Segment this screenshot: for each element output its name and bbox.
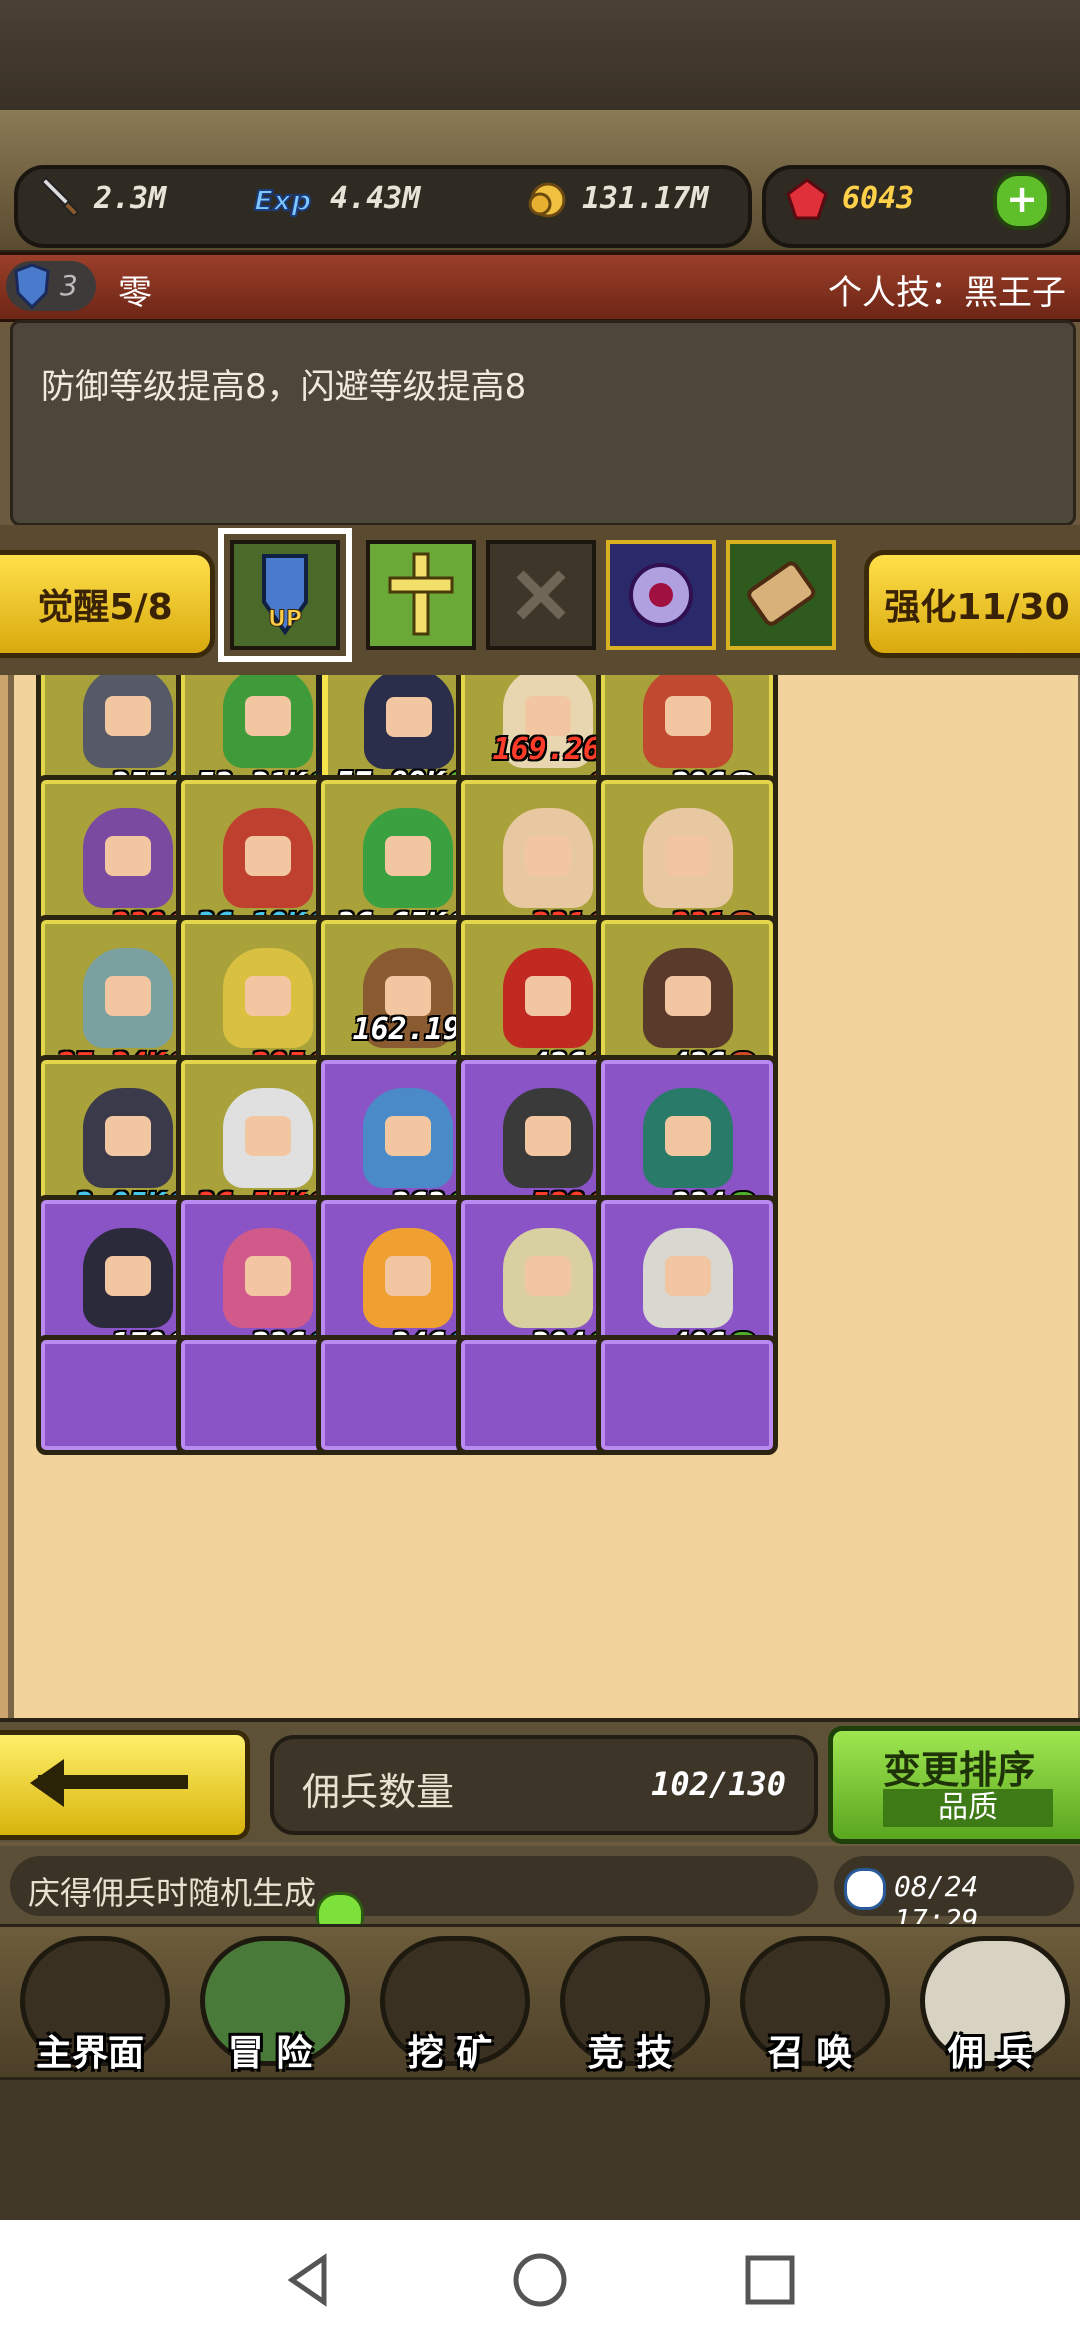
mercenary-portrait [223, 1088, 313, 1188]
mercenary-portrait [503, 808, 593, 908]
mercenary-portrait [643, 1228, 733, 1328]
sort-mode: 品质 [883, 1789, 1053, 1827]
mercenary-portrait [503, 1088, 593, 1188]
gem-value: 6043 [842, 181, 915, 216]
locked-tab[interactable] [486, 540, 596, 650]
mercenary-portrait [643, 948, 733, 1048]
personal-skill: 个人技：黑王子 [828, 273, 1066, 313]
nav-main[interactable]: 主界面 [0, 1930, 180, 2074]
nav-arena-label: 竞 技 [587, 2033, 673, 2074]
character-name: 零 [118, 273, 152, 313]
gold-resource: 131.17M [524, 176, 708, 221]
count-label: 佣兵数量 [302, 1770, 455, 1814]
mercenary-portrait [364, 675, 454, 769]
attack-resource: 2.3M [36, 176, 166, 221]
top-background [0, 0, 1080, 110]
mercenary-portrait [223, 1228, 313, 1328]
sort-button[interactable]: 变更排序 品质 [828, 1726, 1080, 1844]
mercenary-portrait [643, 1088, 733, 1188]
sword-icon [36, 176, 82, 222]
mercenary-portrait [643, 808, 733, 908]
mercenary-portrait [83, 948, 173, 1048]
ankh-icon [388, 552, 454, 636]
clock-icon [844, 1868, 886, 1910]
nav-summon[interactable]: 召 唤 [720, 1930, 900, 2074]
nav-mining[interactable]: 挖 矿 [360, 1930, 540, 2074]
count-value: 102/130 [651, 1765, 786, 1803]
awaken-button[interactable]: 觉醒5/8 [0, 550, 215, 658]
attack-value: 2.3M [94, 181, 167, 216]
gold-value: 131.17M [582, 181, 709, 216]
mercenary-portrait [83, 808, 173, 908]
eye-tab[interactable] [606, 540, 716, 650]
enhance-button[interactable]: 强化11/30 [864, 550, 1080, 658]
character-title-strip: 3 零 个人技：黑王子 [0, 252, 1080, 322]
skill-description-panel: 防御等级提高8，闪避等级提高8 [10, 320, 1076, 526]
mercenary-portrait [83, 1228, 173, 1328]
skill-description: 防御等级提高8，闪避等级提高8 [41, 367, 527, 407]
mercenary-portrait [223, 675, 313, 768]
shield-up-icon: UP [262, 554, 308, 636]
exp-icon: Exp [252, 176, 318, 222]
mercenary-portrait [643, 675, 733, 768]
back-triangle-icon[interactable] [280, 2250, 340, 2310]
nav-mercenary[interactable]: 佣 兵 [900, 1930, 1080, 2074]
gold-coin-icon [524, 176, 570, 222]
nav-main-label: 主界面 [35, 2033, 144, 2074]
ankh-tab[interactable] [366, 540, 476, 650]
home-circle-icon[interactable] [510, 2250, 570, 2310]
svg-text:Exp: Exp [254, 184, 311, 217]
mercenary-card-partial[interactable] [596, 1335, 778, 1455]
back-button[interactable] [0, 1730, 250, 1840]
recents-square-icon[interactable] [740, 2250, 800, 2310]
mercenary-portrait [503, 1228, 593, 1328]
mercenary-portrait [83, 675, 173, 768]
exp-value: 4.43M [330, 181, 421, 216]
nav-adventure[interactable]: 冒 险 [180, 1930, 360, 2074]
clock-box: 08/24 17:29 [834, 1856, 1074, 1936]
nav-mining-label: 挖 矿 [407, 2033, 493, 2074]
shield-icon [14, 263, 50, 309]
upgrade-tab[interactable]: UP [218, 528, 352, 662]
scroll-tab[interactable] [726, 540, 836, 650]
scroll-icon [747, 561, 816, 626]
lower-background [0, 2080, 1080, 2220]
mercenary-portrait [83, 1088, 173, 1188]
mercenary-portrait [363, 1088, 453, 1188]
sort-label: 变更排序 [882, 1748, 1035, 1792]
nav-mercenary-label: 佣 兵 [947, 2033, 1033, 2074]
add-gems-button[interactable]: + [993, 172, 1051, 230]
ruby-icon [784, 176, 830, 222]
mercenary-portrait [363, 808, 453, 908]
system-navigation-bar [0, 2220, 1080, 2340]
svg-text:UP: UP [268, 607, 302, 632]
tip-text: 庆得佣兵时随机生成 [28, 1874, 317, 1912]
tip-box: 庆得佣兵时随机生成 [10, 1856, 818, 1916]
exp-resource: Exp 4.43M [252, 176, 420, 221]
mercenary-portrait [223, 808, 313, 908]
nav-summon-label: 召 唤 [767, 2033, 853, 2074]
nav-adventure-label: 冒 险 [227, 2033, 313, 2074]
eye-icon [629, 563, 693, 627]
mercenary-grid: 357★53.31K+57.89K+169.26K●296?238●36.18K… [0, 675, 1080, 1720]
mercenary-portrait [363, 1228, 453, 1328]
rank-level: 3 [60, 269, 78, 302]
mercenary-count: 佣兵数量 102/130 [270, 1735, 818, 1835]
mercenary-portrait [223, 948, 313, 1048]
gem-resource: 6043 [784, 176, 914, 221]
close-icon [516, 570, 566, 620]
mercenary-portrait [503, 948, 593, 1048]
rank-badge: 3 [6, 261, 96, 311]
nav-arena[interactable]: 竞 技 [540, 1930, 720, 2074]
